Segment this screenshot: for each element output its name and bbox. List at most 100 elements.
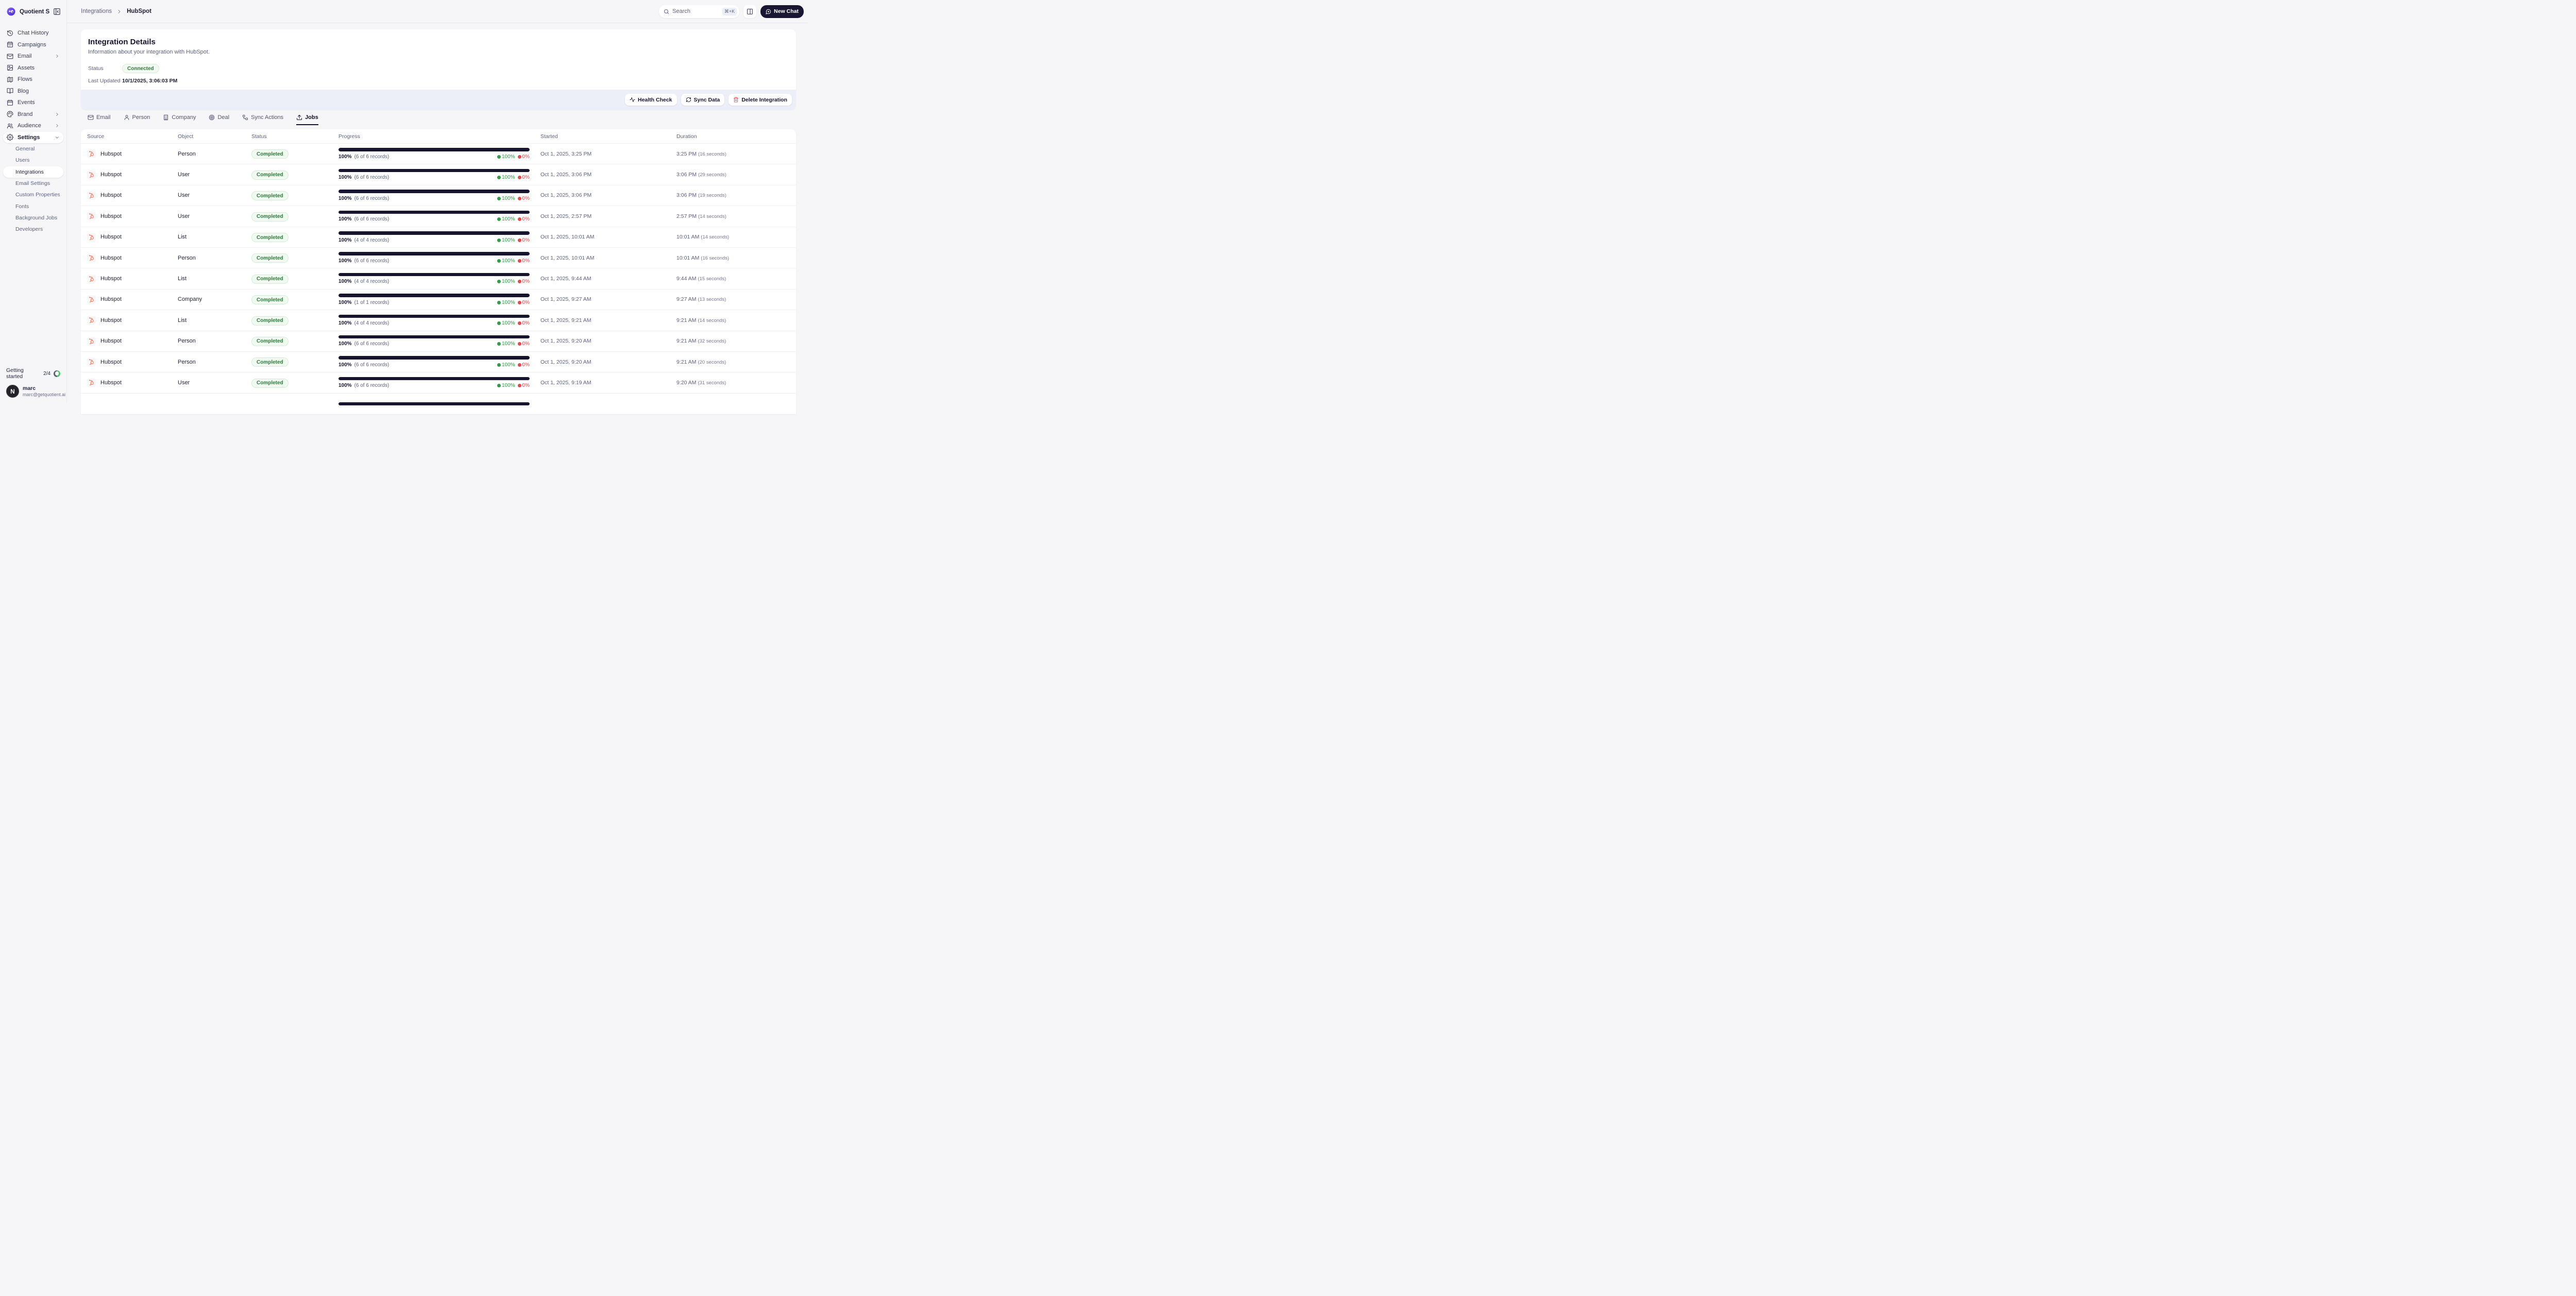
tab-deal[interactable]: Deal <box>209 114 229 125</box>
job-object: User <box>178 380 251 386</box>
sidebar-item-email[interactable]: Email <box>3 50 63 62</box>
search-box[interactable]: ⌘+K <box>659 5 739 18</box>
column-header-status: Status <box>251 133 338 140</box>
sidebar-item-campaigns[interactable]: Campaigns <box>3 39 63 51</box>
table-row[interactable]: Hubspot List Completed 100% (4 of 4 reco… <box>81 268 796 289</box>
table-row[interactable]: Hubspot User Completed 100% (6 of 6 reco… <box>81 164 796 185</box>
breadcrumb-integrations[interactable]: Integrations <box>81 8 112 14</box>
tab-sync-actions[interactable]: Sync Actions <box>242 114 283 125</box>
sidebar-item-brand[interactable]: Brand <box>3 109 63 121</box>
job-duration-seconds: (16 seconds) <box>701 255 729 261</box>
sidebar-item-settings[interactable]: Settings <box>3 132 63 144</box>
panel-toggle-button[interactable] <box>743 5 756 18</box>
progress-percent: 100% <box>338 196 352 201</box>
table-row[interactable]: Hubspot User Completed 100% (6 of 6 reco… <box>81 185 796 206</box>
table-row[interactable]: Hubspot Person Completed 100% (6 of 6 re… <box>81 352 796 372</box>
table-row[interactable]: Hubspot Company Completed 100% (1 of 1 r… <box>81 289 796 310</box>
success-dot-icon <box>497 176 501 179</box>
sidebar-item-audience[interactable]: Audience <box>3 120 63 132</box>
table-row[interactable]: Hubspot Person Completed 100% (6 of 6 re… <box>81 248 796 268</box>
job-source: Hubspot <box>100 151 122 157</box>
details-rows: Status Connected Last Updated 10/1/2025,… <box>88 64 789 84</box>
sidebar-subitem-email-settings[interactable]: Email Settings <box>3 178 63 189</box>
progress-percent: 100% <box>338 320 352 326</box>
sidebar-subitem-users[interactable]: Users <box>3 155 63 166</box>
table-row[interactable]: Hubspot List Completed 100% (4 of 4 reco… <box>81 227 796 248</box>
table-row[interactable]: Hubspot Person Completed 100% (6 of 6 re… <box>81 144 796 164</box>
sidebar-subitem-label: Fonts <box>15 203 29 210</box>
sidebar-subitem-custom-properties[interactable]: Custom Properties <box>3 189 63 200</box>
hubspot-icon <box>87 191 96 200</box>
status-label: Status <box>88 65 122 72</box>
failure-dot-icon <box>518 155 521 159</box>
success-dot-icon <box>497 342 501 346</box>
table-row[interactable]: Hubspot List Completed 100% (4 of 4 reco… <box>81 310 796 331</box>
progress: 100% (6 of 6 records) 100% 0% <box>338 169 530 181</box>
table-row[interactable]: Hubspot Person Completed 100% (6 of 6 re… <box>81 331 796 352</box>
image-icon <box>7 64 13 71</box>
sidebar-subitem-general[interactable]: General <box>3 143 63 155</box>
sidebar-subitem-integrations[interactable]: Integrations <box>3 166 63 178</box>
status-badge: Completed <box>251 337 289 346</box>
tab-person[interactable]: Person <box>124 114 150 125</box>
job-source: Hubspot <box>100 213 122 219</box>
failure-dot-icon <box>518 176 521 179</box>
trash-icon <box>733 97 739 103</box>
progress-percent: 100% <box>338 258 352 264</box>
search-input[interactable] <box>672 8 719 14</box>
sidebar-item-blog[interactable]: Blog <box>3 86 63 97</box>
job-started: Oct 1, 2025, 10:01 AM <box>540 255 676 261</box>
status-badge: Completed <box>251 149 289 159</box>
failure-percent: 0% <box>522 279 530 284</box>
sidebar-subitem-fonts[interactable]: Fonts <box>3 200 63 212</box>
tab-email[interactable]: Email <box>88 114 111 125</box>
job-object: Person <box>178 338 251 344</box>
table-row[interactable]: Hubspot User Completed 100% (6 of 6 reco… <box>81 372 796 393</box>
app-window: Quotient Soft... Chat History Campaigns … <box>0 0 808 403</box>
last-updated-value: 10/1/2025, 3:06:03 PM <box>122 78 177 84</box>
tab-jobs[interactable]: Jobs <box>296 114 318 125</box>
sidebar-subitem-label: General <box>15 146 35 152</box>
sidebar-item-events[interactable]: Events <box>3 97 63 109</box>
sidebar-item-flows[interactable]: Flows <box>3 74 63 86</box>
table-row-partial[interactable] <box>81 394 796 414</box>
sidebar-subitem-background-jobs[interactable]: Background Jobs <box>3 212 63 224</box>
success-percent: 100% <box>502 154 515 160</box>
tab-company[interactable]: Company <box>163 114 196 125</box>
sidebar-item-chat-history[interactable]: Chat History <box>3 27 63 39</box>
new-chat-button[interactable]: New Chat <box>760 5 804 18</box>
sidebar-subitem-developers[interactable]: Developers <box>3 224 63 235</box>
sidebar-collapse-icon[interactable] <box>53 8 61 16</box>
status-badge: Completed <box>251 275 289 284</box>
health-check-button[interactable]: Health Check <box>625 94 677 106</box>
job-duration: 2:57 PM (14 seconds) <box>676 213 796 219</box>
progress-percent: 100% <box>338 154 352 160</box>
sidebar-subitem-label: Email Settings <box>15 180 50 186</box>
success-dot-icon <box>497 155 501 159</box>
table-body: Hubspot Person Completed 100% (6 of 6 re… <box>81 144 796 414</box>
failure-percent: 0% <box>522 237 530 243</box>
status-badge: Connected <box>122 64 159 73</box>
progress: 100% (6 of 6 records) 100% 0% <box>338 335 530 347</box>
table-row[interactable]: Hubspot User Completed 100% (6 of 6 reco… <box>81 206 796 227</box>
job-source: Hubspot <box>100 172 122 178</box>
progress-bar <box>338 335 530 339</box>
hubspot-icon <box>87 233 96 242</box>
sidebar-item-assets[interactable]: Assets <box>3 62 63 74</box>
target-icon <box>209 114 215 121</box>
delete-integration-button[interactable]: Delete Integration <box>728 94 792 106</box>
success-dot-icon <box>497 321 501 325</box>
job-duration-seconds: (14 seconds) <box>701 234 729 240</box>
getting-started-button[interactable]: Getting started 2/4 <box>0 367 66 380</box>
failure-dot-icon <box>518 197 521 200</box>
user-menu[interactable]: N marc marc@getquotient.ai <box>0 385 66 403</box>
progress: 100% (6 of 6 records) 100% 0% <box>338 377 530 389</box>
sidebar-nav: Chat History Campaigns Email Assets Flow… <box>0 23 66 235</box>
success-dot-icon <box>497 197 501 200</box>
job-duration: 9:21 AM (14 seconds) <box>676 317 796 323</box>
progress-records: (6 of 6 records) <box>354 216 389 222</box>
workspace-header[interactable]: Quotient Soft... <box>0 0 66 23</box>
sync-data-button[interactable]: Sync Data <box>681 94 725 106</box>
user-icon <box>124 114 130 121</box>
progress-records: (1 of 1 records) <box>354 300 389 305</box>
